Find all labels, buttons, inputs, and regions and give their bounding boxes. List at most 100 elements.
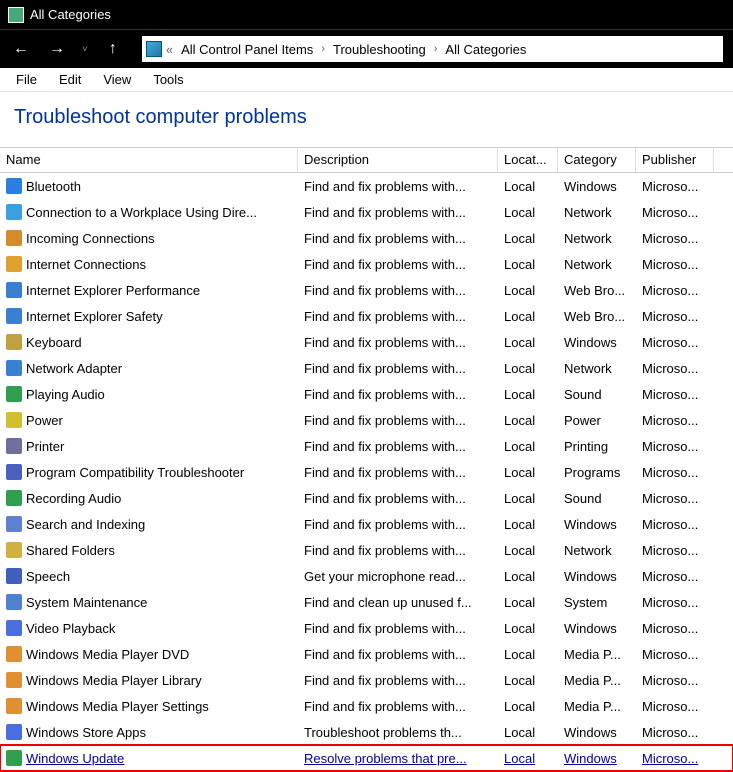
- table-row[interactable]: PowerFind and fix problems with...LocalP…: [0, 407, 733, 433]
- menu-tools[interactable]: Tools: [145, 70, 191, 89]
- row-publisher: Microso...: [636, 229, 714, 248]
- history-chevron-icon[interactable]: ˅: [82, 44, 88, 55]
- table-row[interactable]: Windows Media Player LibraryFind and fix…: [0, 667, 733, 693]
- breadcrumb-sep-icon: ›: [319, 43, 327, 55]
- row-name[interactable]: Program Compatibility Troubleshooter: [26, 465, 244, 480]
- row-name[interactable]: System Maintenance: [26, 595, 147, 610]
- table-row[interactable]: Shared FoldersFind and fix problems with…: [0, 537, 733, 563]
- row-location: Local: [498, 567, 558, 586]
- row-location: Local: [498, 541, 558, 560]
- table-row[interactable]: Windows Media Player SettingsFind and fi…: [0, 693, 733, 719]
- forward-button[interactable]: →: [46, 38, 68, 60]
- window-icon: [8, 7, 24, 23]
- table-row[interactable]: Windows Store AppsTroubleshoot problems …: [0, 719, 733, 745]
- table-row[interactable]: Connection to a Workplace Using Dire... F…: [0, 199, 733, 225]
- nav-bar: ← → ˅ ↑ « All Control Panel Items › Trou…: [0, 30, 733, 68]
- row-publisher: Microso...: [636, 489, 714, 508]
- row-name[interactable]: Video Playback: [26, 621, 115, 636]
- breadcrumb-seg-0[interactable]: All Control Panel Items: [177, 41, 317, 58]
- table-row[interactable]: Network AdapterFind and fix problems wit…: [0, 355, 733, 381]
- table-row[interactable]: Internet Explorer Performance Find and fi…: [0, 277, 733, 303]
- column-header-publisher[interactable]: Publisher: [636, 148, 714, 172]
- row-description: Find and fix problems with...: [298, 203, 498, 222]
- row-name[interactable]: Speech: [26, 569, 70, 584]
- breadcrumb-seg-2[interactable]: All Categories: [441, 41, 530, 58]
- row-category: Network: [558, 255, 636, 274]
- breadcrumb-seg-1[interactable]: Troubleshooting: [329, 41, 430, 58]
- table-row[interactable]: PrinterFind and fix problems with...Loca…: [0, 433, 733, 459]
- table-row[interactable]: Incoming ConnectionsFind and fix problem…: [0, 225, 733, 251]
- table-row[interactable]: Playing AudioFind and fix problems with.…: [0, 381, 733, 407]
- row-location: Local: [498, 671, 558, 690]
- table-row[interactable]: SpeechGet your microphone read...LocalWi…: [0, 563, 733, 589]
- row-name[interactable]: Connection to a Workplace Using Dire...: [26, 205, 257, 220]
- row-category: Network: [558, 541, 636, 560]
- troubleshooter-icon: [6, 750, 22, 766]
- row-location: Local: [498, 723, 558, 742]
- menu-bar: File Edit View Tools: [0, 68, 733, 92]
- menu-edit[interactable]: Edit: [51, 70, 89, 89]
- row-description: Find and fix problems with...: [298, 307, 498, 326]
- table-row[interactable]: Program Compatibility TroubleshooterFind…: [0, 459, 733, 485]
- table-row[interactable]: BluetoothFind and fix problems with...Lo…: [0, 173, 733, 199]
- column-header-name[interactable]: Name: [0, 148, 298, 172]
- row-name[interactable]: Power: [26, 413, 63, 428]
- troubleshooter-icon: [6, 724, 22, 740]
- table-row[interactable]: Video PlaybackFind and fix problems with…: [0, 615, 733, 641]
- row-name[interactable]: Bluetooth: [26, 179, 81, 194]
- row-name[interactable]: Windows Update: [26, 751, 124, 766]
- row-name[interactable]: Internet Explorer Performance: [26, 283, 200, 298]
- column-header-location[interactable]: Locat...: [498, 148, 558, 172]
- row-name[interactable]: Recording Audio: [26, 491, 121, 506]
- row-name[interactable]: Windows Media Player DVD: [26, 647, 189, 662]
- back-button[interactable]: ←: [10, 38, 32, 60]
- up-button[interactable]: ↑: [102, 38, 124, 60]
- row-name[interactable]: Shared Folders: [26, 543, 115, 558]
- column-header-description[interactable]: Description: [298, 148, 498, 172]
- table-row[interactable]: Search and IndexingFind and fix problems…: [0, 511, 733, 537]
- row-name[interactable]: Printer: [26, 439, 64, 454]
- row-publisher: Microso...: [636, 411, 714, 430]
- window-title: All Categories: [30, 7, 111, 22]
- row-name[interactable]: Windows Media Player Library: [26, 673, 202, 688]
- breadcrumb-prefix: «: [164, 42, 175, 57]
- row-name[interactable]: Windows Store Apps: [26, 725, 146, 740]
- row-name[interactable]: Network Adapter: [26, 361, 122, 376]
- row-category: Sound: [558, 489, 636, 508]
- column-header-row: Name Description Locat... Category Publi…: [0, 147, 733, 173]
- row-name[interactable]: Search and Indexing: [26, 517, 145, 532]
- row-category: Media P...: [558, 645, 636, 664]
- row-name[interactable]: Internet Connections: [26, 257, 146, 272]
- table-row[interactable]: Windows UpdateResolve problems that pre.…: [0, 745, 733, 771]
- row-description: Find and fix problems with...: [298, 281, 498, 300]
- row-publisher: Microso...: [636, 385, 714, 404]
- row-description: Find and fix problems with...: [298, 489, 498, 508]
- row-name[interactable]: Keyboard: [26, 335, 82, 350]
- row-category: Web Bro...: [558, 307, 636, 326]
- row-name[interactable]: Internet Explorer Safety: [26, 309, 163, 324]
- menu-file[interactable]: File: [8, 70, 45, 89]
- row-publisher: Microso...: [636, 541, 714, 560]
- row-name[interactable]: Incoming Connections: [26, 231, 155, 246]
- row-location: Local: [498, 255, 558, 274]
- troubleshooter-icon: [6, 594, 22, 610]
- row-name[interactable]: Playing Audio: [26, 387, 105, 402]
- row-location: Local: [498, 749, 558, 768]
- column-header-category[interactable]: Category: [558, 148, 636, 172]
- row-location: Local: [498, 411, 558, 430]
- table-row[interactable]: Internet ConnectionsFind and fix problem…: [0, 251, 733, 277]
- menu-view[interactable]: View: [95, 70, 139, 89]
- control-panel-icon: [146, 41, 162, 57]
- row-category: Network: [558, 359, 636, 378]
- row-name[interactable]: Windows Media Player Settings: [26, 699, 209, 714]
- table-row[interactable]: Internet Explorer Safety Find and fix pro…: [0, 303, 733, 329]
- table-row[interactable]: System MaintenanceFind and clean up unus…: [0, 589, 733, 615]
- address-bar[interactable]: « All Control Panel Items › Troubleshoot…: [142, 36, 723, 62]
- row-description: Find and fix problems with...: [298, 437, 498, 456]
- table-row[interactable]: Recording Audio Find and fix problems wit…: [0, 485, 733, 511]
- table-row[interactable]: Windows Media Player DVDFind and fix pro…: [0, 641, 733, 667]
- row-location: Local: [498, 307, 558, 326]
- troubleshooter-icon: [6, 438, 22, 454]
- table-row[interactable]: KeyboardFind and fix problems with...Loc…: [0, 329, 733, 355]
- troubleshooter-icon: [6, 516, 22, 532]
